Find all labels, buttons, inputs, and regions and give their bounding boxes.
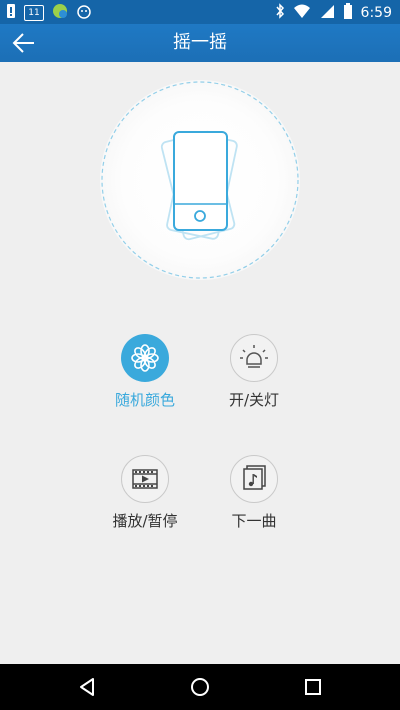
bluetooth-icon bbox=[275, 2, 285, 24]
back-arrow-icon[interactable] bbox=[12, 32, 36, 54]
light-toggle-button[interactable]: 开/关灯 bbox=[194, 334, 314, 414]
system-nav-bar bbox=[0, 664, 400, 710]
random-color-button[interactable]: 随机颜色 bbox=[85, 334, 205, 414]
random-color-label: 随机颜色 bbox=[114, 391, 175, 409]
status-bar: 11 6:59 bbox=[0, 0, 400, 24]
wifi-icon bbox=[293, 3, 311, 23]
film-play-icon bbox=[121, 455, 169, 503]
back-triangle-icon[interactable] bbox=[75, 674, 101, 700]
shake-area[interactable] bbox=[100, 80, 300, 280]
play-pause-label: 播放/暂停 bbox=[112, 512, 178, 530]
notification-icon: 11 bbox=[24, 5, 44, 21]
next-track-label: 下一曲 bbox=[231, 512, 277, 530]
android-icon bbox=[76, 3, 92, 23]
music-note-icon bbox=[230, 455, 278, 503]
play-pause-button[interactable]: 播放/暂停 bbox=[85, 455, 205, 535]
page-title: 摇一摇 bbox=[173, 32, 227, 53]
alert-icon bbox=[6, 3, 16, 23]
app-icon bbox=[52, 3, 68, 23]
light-toggle-label: 开/关灯 bbox=[228, 391, 280, 409]
next-track-button[interactable]: 下一曲 bbox=[194, 455, 314, 535]
signal-icon bbox=[319, 3, 335, 23]
toolbar: 摇一摇 bbox=[0, 24, 400, 62]
home-circle-icon[interactable] bbox=[187, 674, 213, 700]
battery-icon bbox=[343, 2, 353, 24]
recents-square-icon[interactable] bbox=[300, 674, 326, 700]
phone-shake-icon bbox=[101, 81, 299, 279]
flower-icon bbox=[121, 334, 169, 382]
bulb-icon bbox=[230, 334, 278, 382]
clock-time: 6:59 bbox=[360, 5, 392, 21]
